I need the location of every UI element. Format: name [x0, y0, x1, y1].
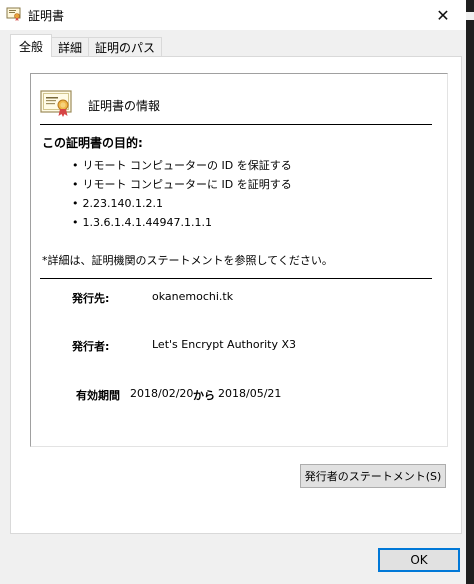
- tab-general[interactable]: 全般: [10, 34, 53, 57]
- issued-to-label: 発行先:: [72, 292, 110, 305]
- background-window-edge: [466, 0, 474, 584]
- ok-button[interactable]: OK: [378, 548, 460, 572]
- divider: [40, 124, 432, 125]
- validity-separator: から: [193, 389, 215, 402]
- close-icon: ✕: [436, 5, 450, 25]
- valid-from-value: 2018/02/20: [130, 387, 194, 400]
- tab-label: 証明のパス: [95, 41, 156, 55]
- tab-certification-path[interactable]: 証明のパス: [88, 37, 163, 57]
- issued-by-label: 発行者:: [72, 340, 110, 353]
- title-bar: 証明書 ✕: [0, 0, 474, 30]
- purpose-list: リモート コンピューターの ID を保証する リモート コンピューターに ID …: [72, 156, 292, 232]
- certificate-ribbon-icon: [40, 90, 72, 117]
- tab-details[interactable]: 詳細: [51, 37, 90, 57]
- issuer-statement-button[interactable]: 発行者のステートメント(S): [300, 464, 446, 488]
- tab-label: 全般: [19, 39, 44, 54]
- valid-to-value: 2018/05/21: [218, 387, 282, 400]
- purpose-item: 2.23.140.1.2.1: [72, 194, 292, 213]
- purpose-item: 1.3.6.1.4.1.44947.1.1.1: [72, 213, 292, 232]
- close-button[interactable]: ✕: [420, 0, 466, 30]
- purpose-item: リモート コンピューターの ID を保証する: [72, 156, 292, 175]
- purpose-item: リモート コンピューターに ID を証明する: [72, 175, 292, 194]
- purpose-title: この証明書の目的:: [42, 136, 143, 150]
- ok-label: OK: [410, 553, 428, 567]
- issuer-statement-label: 発行者のステートメント(S): [304, 470, 442, 483]
- tab-label: 詳細: [58, 41, 83, 55]
- statement-note: *詳細は、証明機関のステートメントを参照してください。: [42, 254, 333, 267]
- info-title: 証明書の情報: [88, 99, 161, 113]
- window-title: 証明書: [28, 9, 65, 23]
- validity-label: 有効期間: [76, 389, 120, 402]
- certificate-icon: [6, 7, 21, 21]
- issued-by-value: Let's Encrypt Authority X3: [152, 338, 297, 351]
- issued-to-value: okanemochi.tk: [152, 290, 234, 303]
- divider: [40, 278, 432, 279]
- tab-strip: 全般 詳細 証明のパス: [10, 34, 163, 57]
